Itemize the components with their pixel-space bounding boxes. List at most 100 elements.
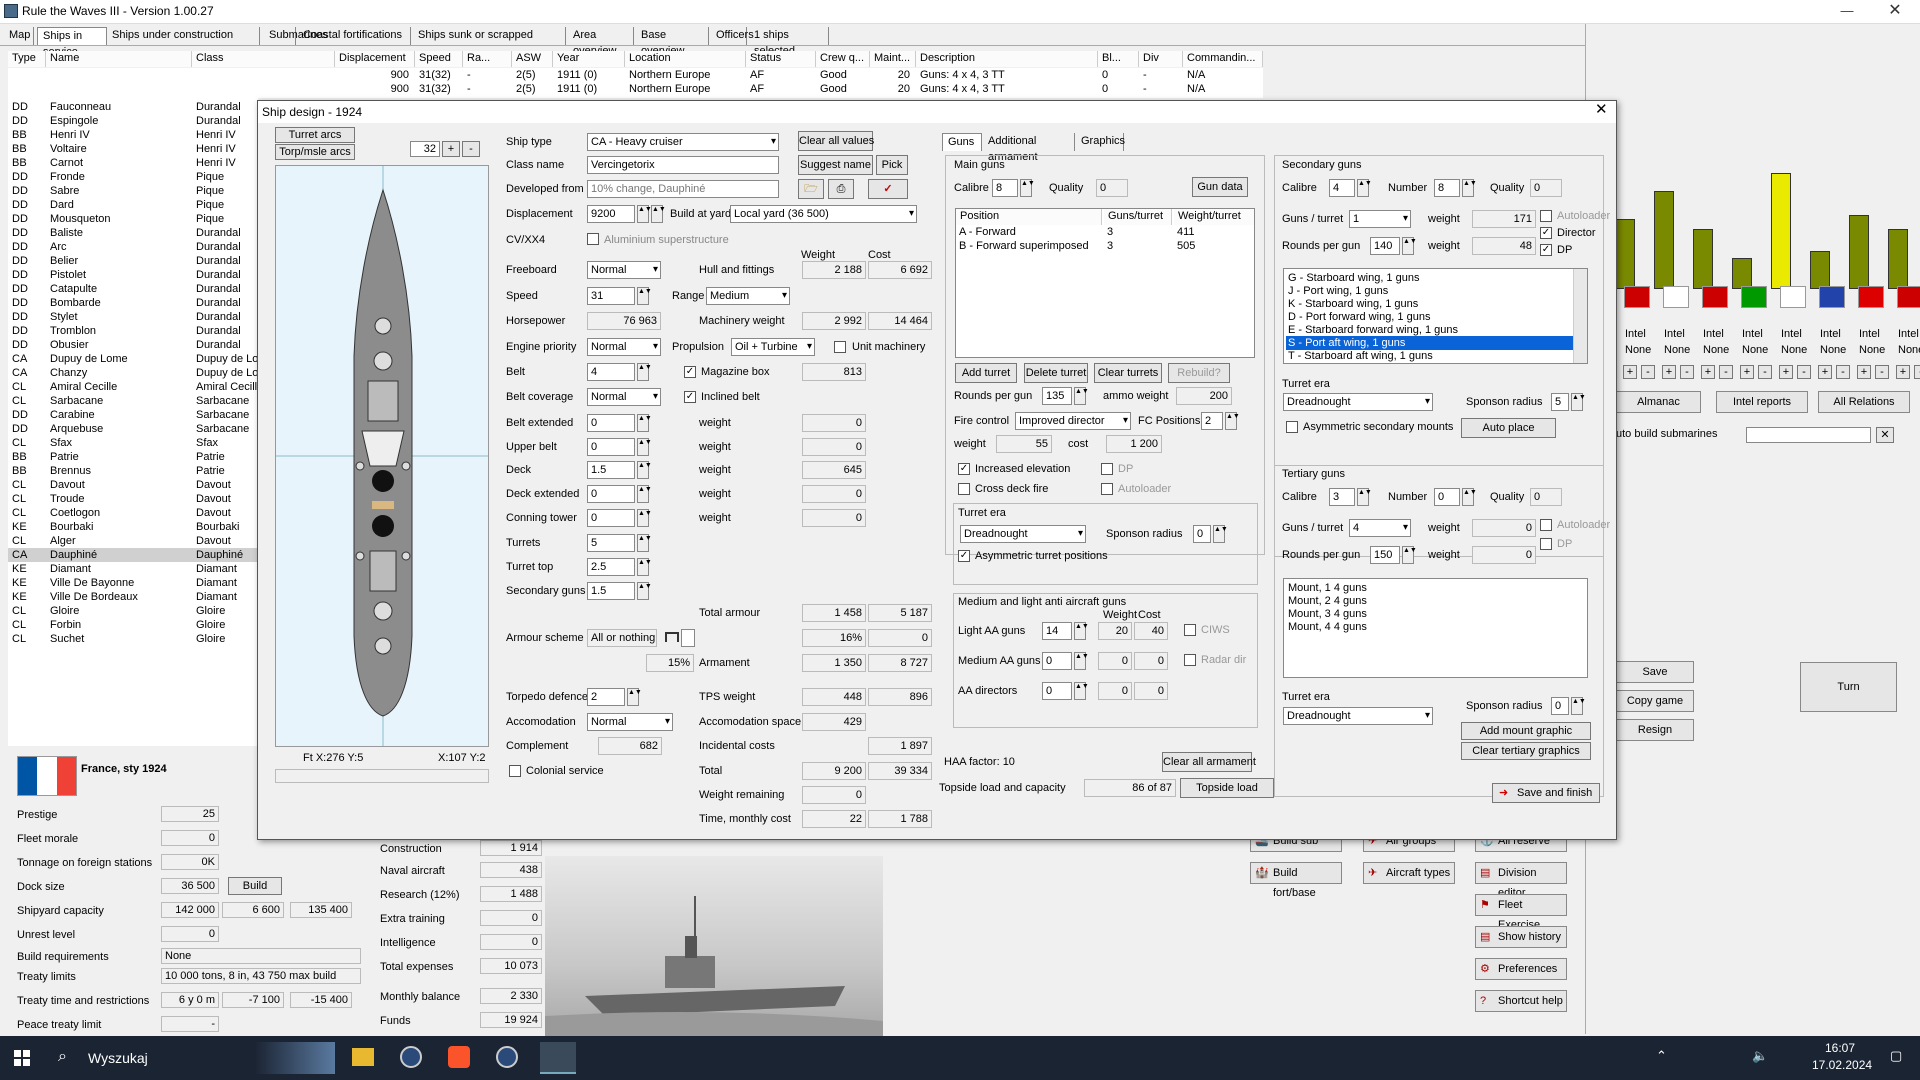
- list-item[interactable]: DD Stylet Durandal: [8, 310, 258, 324]
- clear-turrets-button[interactable]: Clear turrets: [1094, 363, 1162, 383]
- speaker-icon[interactable]: 🔈: [1752, 1048, 1768, 1064]
- list-item[interactable]: CA Dauphiné Dauphiné: [8, 548, 258, 562]
- column-header[interactable]: Bl...: [1098, 51, 1139, 67]
- design-row-input[interactable]: Normal: [587, 261, 661, 279]
- minimize-icon[interactable]: —: [1824, 0, 1870, 24]
- plus-button[interactable]: +: [1779, 365, 1793, 379]
- design-row-input[interactable]: 0: [587, 485, 635, 503]
- design-row-input[interactable]: 31: [587, 287, 635, 305]
- auto-build-field[interactable]: [1746, 427, 1871, 443]
- tab-4[interactable]: Coastal fortifications: [298, 27, 411, 45]
- nation-flag-icon[interactable]: [1780, 286, 1806, 308]
- column-header[interactable]: Name: [46, 51, 192, 67]
- list-item[interactable]: DD Bombarde Durandal: [8, 296, 258, 310]
- turret-arcs-button[interactable]: Turret arcs: [275, 127, 355, 143]
- nation-flag-icon[interactable]: [1741, 286, 1767, 308]
- secondary-mount-item[interactable]: J - Port wing, 1 guns: [1286, 284, 1574, 298]
- secondary-mount-item[interactable]: K - Starboard wing, 1 guns: [1286, 297, 1574, 311]
- steam-icon-2[interactable]: [496, 1046, 518, 1068]
- secondary-mount-item[interactable]: T - Starboard aft wing, 1 guns: [1286, 349, 1574, 363]
- list-item[interactable]: BB Henri IV Henri IV: [8, 128, 258, 142]
- nation-flag-icon[interactable]: [1702, 286, 1728, 308]
- radar-dir-checkbox[interactable]: [1184, 654, 1196, 666]
- tab-1[interactable]: Ships in service: [37, 27, 107, 58]
- minus-button[interactable]: -: [1758, 365, 1772, 379]
- dialog-close-icon[interactable]: ✕: [1595, 102, 1608, 117]
- spin-arrows[interactable]: ▲▼: [637, 461, 652, 479]
- row-right-select[interactable]: Oil + Turbine: [731, 338, 815, 356]
- turret-row[interactable]: B - Forward superimposed 3 505: [956, 239, 1254, 253]
- dp-checkbox[interactable]: [1101, 463, 1113, 475]
- tertiary-mount-item[interactable]: Mount, 3 4 guns: [1288, 607, 1367, 621]
- tab-9[interactable]: 1 ships selected: [749, 27, 829, 57]
- plus-button[interactable]: +: [1818, 365, 1832, 379]
- plus-button[interactable]: +: [1701, 365, 1715, 379]
- list-item[interactable]: CL Sarbacane Sarbacane: [8, 394, 258, 408]
- bottom-button-7[interactable]: ▤ Show history: [1475, 926, 1567, 948]
- minus-button[interactable]: -: [1875, 365, 1889, 379]
- secondary-number-input[interactable]: 8: [1434, 179, 1460, 197]
- tertiary-era-select[interactable]: Dreadnought: [1283, 707, 1433, 725]
- list-item[interactable]: BB Carnot Henri IV: [8, 156, 258, 170]
- design-row-input[interactable]: 0: [587, 414, 635, 432]
- intel-reports-button[interactable]: Intel reports: [1716, 391, 1808, 413]
- spin-arrows[interactable]: ▲▼: [627, 688, 642, 706]
- build-at-yard-select[interactable]: Local yard (36 500): [730, 205, 917, 223]
- spin-arrows[interactable]: ▲▼: [637, 414, 652, 432]
- design-row-input[interactable]: 2.5: [587, 558, 635, 576]
- tertiary-mount-item[interactable]: Mount, 1 4 guns: [1288, 581, 1367, 595]
- guns-tab-0[interactable]: Guns: [942, 133, 982, 151]
- tab-7[interactable]: Base overview: [636, 27, 709, 57]
- close-icon[interactable]: ✕: [1872, 0, 1918, 24]
- sponson-radius-input[interactable]: 0: [1193, 525, 1211, 543]
- list-item[interactable]: DD Fronde Pique: [8, 170, 258, 184]
- windows-start-icon[interactable]: [14, 1050, 30, 1066]
- tab-8[interactable]: Officers: [711, 27, 754, 45]
- secondary-gpt-select[interactable]: 1: [1349, 210, 1411, 228]
- developed-from-field[interactable]: 10% change, Dauphiné: [587, 180, 779, 198]
- column-header[interactable]: Type: [8, 51, 46, 67]
- copy-game-button[interactable]: Copy game: [1616, 690, 1694, 712]
- secondary-mount-item[interactable]: G - Starboard wing, 1 guns: [1286, 271, 1574, 285]
- minus-button[interactable]: -: [1914, 365, 1920, 379]
- file-explorer-icon[interactable]: [352, 1048, 374, 1066]
- tab-2[interactable]: Ships under construction: [107, 27, 260, 45]
- delete-turret-button[interactable]: Delete turret: [1024, 363, 1088, 383]
- accomodation-select[interactable]: Normal: [587, 713, 673, 731]
- design-row-input[interactable]: 5: [587, 534, 635, 552]
- tertiary-autoloader-checkbox[interactable]: [1540, 519, 1552, 531]
- build-button[interactable]: Build: [228, 877, 282, 895]
- list-item[interactable]: DD Arc Durandal: [8, 240, 258, 254]
- secondary-sponson-input[interactable]: 5: [1551, 393, 1569, 411]
- column-header[interactable]: Displacement: [335, 51, 415, 67]
- asym-secondary-checkbox[interactable]: [1286, 421, 1298, 433]
- design-row-input[interactable]: Normal: [587, 338, 661, 356]
- gun-data-button[interactable]: Gun data: [1192, 177, 1248, 197]
- save-button[interactable]: Save: [1616, 661, 1694, 683]
- column-header[interactable]: Commandin...: [1183, 51, 1263, 67]
- column-header[interactable]: Maint...: [870, 51, 916, 67]
- design-row-input[interactable]: 4: [587, 363, 635, 381]
- clear-tertiary-graphics-button[interactable]: Clear tertiary graphics: [1461, 742, 1591, 760]
- clear-all-values-button[interactable]: Clear all values: [798, 131, 874, 151]
- design-row-input[interactable]: 0: [587, 438, 635, 456]
- list-item[interactable]: BB Voltaire Henri IV: [8, 142, 258, 156]
- autoloader-checkbox[interactable]: [1101, 483, 1113, 495]
- list-item[interactable]: CL Suchet Gloire: [8, 632, 258, 646]
- row-checkbox[interactable]: ✓: [684, 391, 696, 403]
- column-header[interactable]: Crew q...: [816, 51, 870, 67]
- list-item[interactable]: DD Fauconneau Durandal: [8, 100, 258, 114]
- notification-icon[interactable]: ▢: [1890, 1048, 1902, 1064]
- plus-button[interactable]: +: [1896, 365, 1910, 379]
- tertiary-number-input[interactable]: 0: [1434, 488, 1460, 506]
- tab-3[interactable]: Submarines: [264, 27, 328, 45]
- list-item[interactable]: KE Ville De Bayonne Diamant: [8, 576, 258, 590]
- spin-arrows[interactable]: ▲▼: [1402, 237, 1417, 255]
- spin-arrows[interactable]: ▲▼: [637, 509, 652, 527]
- spin-arrows[interactable]: ▲▼: [1225, 412, 1240, 430]
- auto-build-clear-icon[interactable]: ✕: [1876, 427, 1894, 443]
- minus-button[interactable]: -: [1641, 365, 1655, 379]
- medium-aa-input[interactable]: 0: [1042, 652, 1072, 670]
- list-item[interactable]: CL Forbin Gloire: [8, 618, 258, 632]
- list-item[interactable]: CL Coetlogon Davout: [8, 506, 258, 520]
